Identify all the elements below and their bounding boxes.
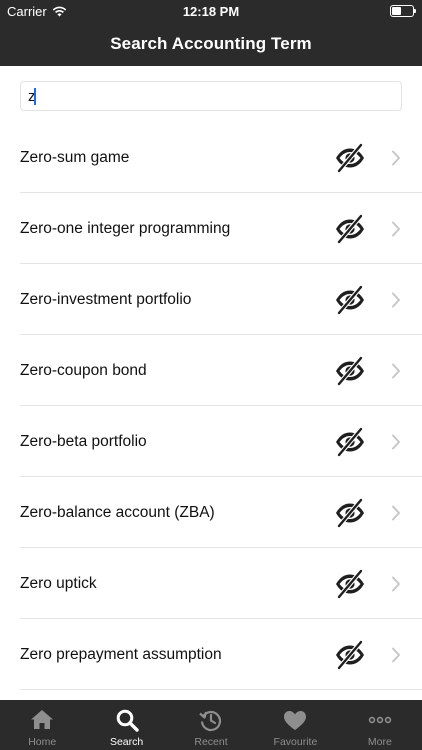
tab-label: Home <box>28 736 57 748</box>
search-icon <box>116 709 139 732</box>
eye-slash-icon[interactable] <box>334 142 366 174</box>
tab-label: Search <box>109 736 144 748</box>
result-label: Zero-balance account (ZBA) <box>20 504 215 521</box>
results-list: Zero-sum game Zero-one integer programmi… <box>0 122 422 690</box>
tab-label: Favourite <box>273 736 318 748</box>
chevron-right-icon <box>392 434 400 450</box>
text-caret <box>34 88 36 105</box>
result-label: Zero prepayment assumption <box>20 646 222 663</box>
tab-recent[interactable]: Recent <box>169 700 253 750</box>
chevron-right-icon <box>392 150 400 166</box>
eye-slash-icon[interactable] <box>334 284 366 316</box>
result-row[interactable]: Zero uptick <box>0 548 422 619</box>
search-field[interactable] <box>20 81 402 111</box>
chevron-right-icon <box>392 647 400 663</box>
tab-search[interactable]: Search <box>84 700 168 750</box>
result-row[interactable]: Zero prepayment assumption <box>0 619 422 690</box>
history-icon <box>199 710 222 732</box>
search-screen: Zero-sum game Zero-one integer programmi… <box>0 66 422 700</box>
result-label: Zero-one integer programming <box>20 220 231 237</box>
result-row[interactable]: Zero-investment portfolio <box>0 264 422 335</box>
result-label: Zero-coupon bond <box>20 362 147 379</box>
chevron-right-icon <box>392 505 400 521</box>
tab-more[interactable]: More <box>338 700 422 750</box>
heart-icon <box>284 711 307 730</box>
result-label: Zero-investment portfolio <box>20 291 192 308</box>
eye-slash-icon[interactable] <box>334 568 366 600</box>
eye-slash-icon[interactable] <box>334 426 366 458</box>
result-row[interactable]: Zero-balance account (ZBA) <box>0 477 422 548</box>
result-row[interactable]: Zero-sum game <box>0 122 422 193</box>
tab-favourite[interactable]: Favourite <box>253 700 337 750</box>
battery-icon <box>390 5 416 17</box>
chevron-right-icon <box>392 292 400 308</box>
result-row[interactable]: Zero-beta portfolio <box>0 406 422 477</box>
navigation-bar: Search Accounting Term <box>0 22 422 66</box>
row-divider <box>20 689 422 690</box>
result-row[interactable]: Zero-one integer programming <box>0 193 422 264</box>
home-icon <box>31 710 54 729</box>
more-icon <box>368 716 392 724</box>
page-title: Search Accounting Term <box>110 34 312 53</box>
tab-home[interactable]: Home <box>0 700 84 750</box>
result-row[interactable]: Zero-coupon bond <box>0 335 422 406</box>
search-input[interactable] <box>20 81 402 111</box>
eye-slash-icon[interactable] <box>334 355 366 387</box>
eye-slash-icon[interactable] <box>334 639 366 671</box>
chevron-right-icon <box>392 363 400 379</box>
eye-slash-icon[interactable] <box>334 213 366 245</box>
chevron-right-icon <box>392 576 400 592</box>
status-bar: Carrier 12:18 PM <box>0 0 422 22</box>
result-label: Zero uptick <box>20 575 97 592</box>
chevron-right-icon <box>392 221 400 237</box>
result-label: Zero-sum game <box>20 149 130 166</box>
eye-slash-icon[interactable] <box>334 497 366 529</box>
tab-label: Recent <box>194 736 228 748</box>
status-time: 12:18 PM <box>182 4 240 19</box>
result-label: Zero-beta portfolio <box>20 433 147 450</box>
tab-label: More <box>367 736 392 748</box>
tab-bar: Home Search Recent Favourite More <box>0 700 422 750</box>
